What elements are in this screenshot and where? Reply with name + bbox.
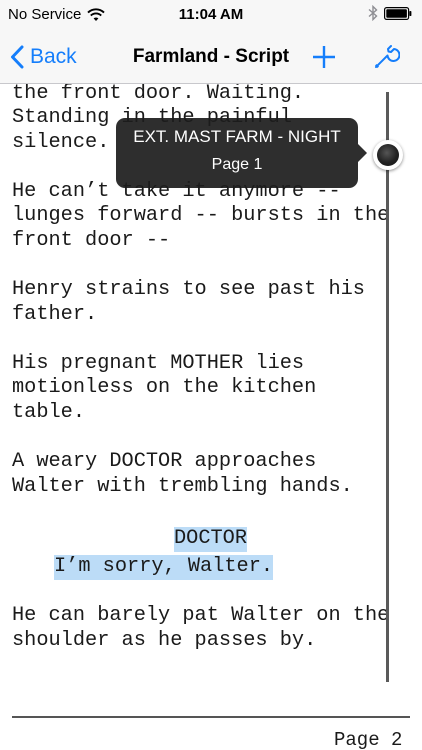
action-line: motionless on the kitchen bbox=[12, 376, 317, 399]
bluetooth-icon bbox=[368, 5, 378, 21]
action-line: He can barely pat Walter on the bbox=[12, 604, 390, 627]
add-button[interactable] bbox=[308, 40, 340, 74]
status-time: 11:04 AM bbox=[178, 6, 244, 23]
plus-icon bbox=[313, 46, 335, 68]
settings-button[interactable] bbox=[369, 40, 403, 74]
action-line: table. bbox=[12, 401, 86, 424]
action-line: lunges forward -- bursts in the bbox=[12, 204, 390, 227]
action-line: shoulder as he passes by. bbox=[12, 629, 317, 652]
scene-tooltip: EXT. MAST FARM - NIGHT Page 1 bbox=[116, 118, 367, 188]
page-divider bbox=[12, 716, 410, 718]
action-line: Walter with trembling hands. bbox=[12, 475, 353, 498]
action-line: front door -- bbox=[12, 229, 171, 252]
chevron-left-icon bbox=[11, 45, 24, 69]
action-line: Henry strains to see past his bbox=[12, 278, 365, 301]
page-number-label: Page 2 bbox=[334, 729, 403, 750]
dialogue-line: I’m sorry, Walter. bbox=[54, 555, 274, 580]
status-bar: No Service 11:04 AM bbox=[0, 0, 422, 30]
navigation-bar: Back Farmland - Script bbox=[0, 30, 422, 84]
battery-icon bbox=[384, 6, 412, 20]
action-line: silence. bbox=[12, 131, 110, 154]
tooltip-arrow bbox=[358, 144, 367, 162]
tooltip-scene-heading: EXT. MAST FARM - NIGHT bbox=[133, 127, 341, 146]
action-line: father. bbox=[12, 303, 98, 326]
back-button-label: Back bbox=[30, 45, 77, 68]
action-line: A weary DOCTOR approaches bbox=[12, 450, 317, 473]
tooltip-page-number: Page 1 bbox=[211, 156, 263, 173]
scroll-track[interactable] bbox=[386, 92, 389, 682]
character-name: DOCTOR bbox=[174, 527, 248, 552]
scroll-thumb-knob bbox=[377, 144, 399, 166]
status-right-group bbox=[368, 5, 412, 21]
back-button[interactable]: Back bbox=[10, 40, 77, 74]
scroll-thumb[interactable] bbox=[373, 140, 403, 170]
wrench-icon bbox=[375, 45, 400, 68]
action-line: His pregnant MOTHER lies bbox=[12, 352, 305, 375]
action-line: the front door. Waiting. bbox=[12, 84, 305, 105]
